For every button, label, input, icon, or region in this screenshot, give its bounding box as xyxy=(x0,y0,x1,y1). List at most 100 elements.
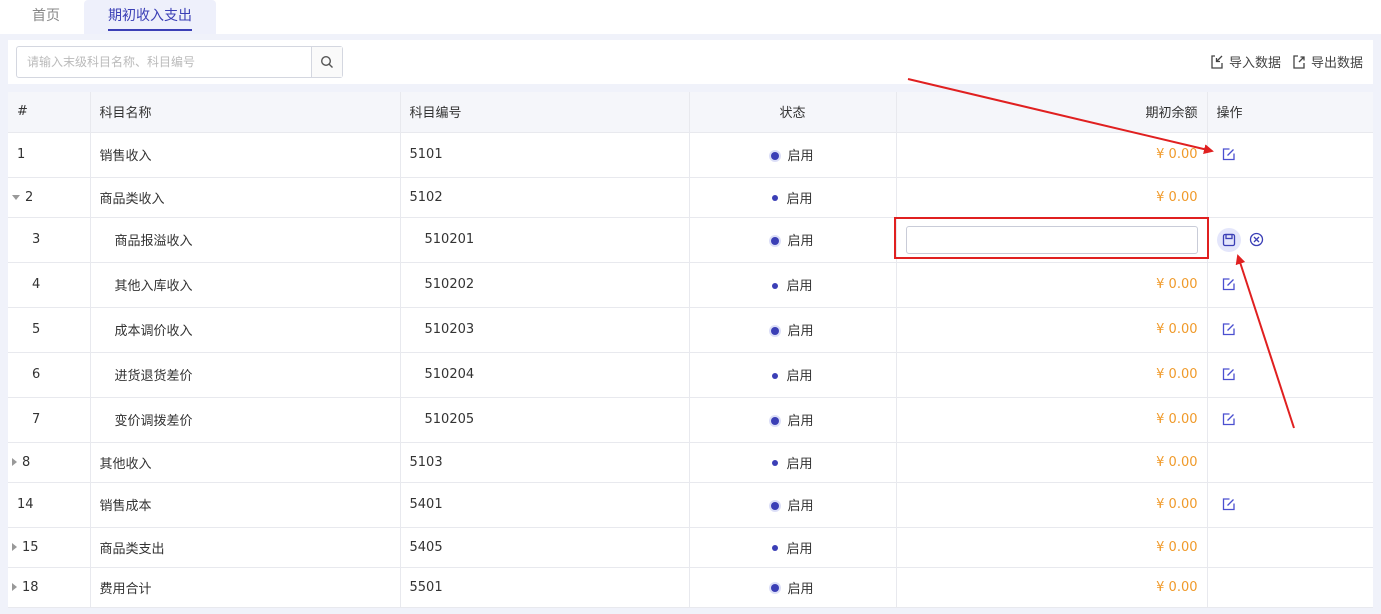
active-tab-underline xyxy=(108,29,192,31)
status-cell: 启用 xyxy=(689,217,897,263)
col-index: # xyxy=(8,92,91,133)
search-button[interactable] xyxy=(311,47,342,77)
opening-balance-cell xyxy=(896,217,1208,263)
status-text: 启用 xyxy=(786,279,813,294)
account-name-text: 进货退货差价 xyxy=(114,369,193,384)
row-index-text: 18 xyxy=(22,579,39,595)
opening-balance-cell: ¥ 0.00 xyxy=(896,177,1208,218)
status-cell: 启用 xyxy=(689,482,897,528)
edit-button[interactable] xyxy=(1217,363,1241,387)
account-name: 商品类收入 xyxy=(90,177,401,218)
toolbar: 导入数据 导出数据 xyxy=(8,40,1373,84)
status-dot xyxy=(772,460,779,466)
opening-balance-input[interactable] xyxy=(905,225,1198,254)
account-name: 费用合计 xyxy=(90,567,401,608)
status-dot xyxy=(771,416,780,425)
tree-expand-icon[interactable] xyxy=(12,458,17,466)
opening-balance-cell: ¥ 0.00 xyxy=(896,527,1208,568)
row-index-text: 14 xyxy=(17,497,34,512)
actions-cell xyxy=(1207,307,1373,353)
import-data-button[interactable]: 导入数据 xyxy=(1209,52,1281,71)
edit-button[interactable] xyxy=(1217,318,1241,342)
status-cell: 启用 xyxy=(689,177,897,218)
account-code: 5501 xyxy=(400,567,690,608)
col-actions: 操作 xyxy=(1207,92,1373,133)
tab-home[interactable]: 首页 xyxy=(16,0,76,34)
account-name: 销售成本 xyxy=(90,482,401,528)
row-index-text: 6 xyxy=(32,367,41,382)
account-code-text: 5101 xyxy=(409,147,443,162)
edit-button[interactable] xyxy=(1217,493,1241,517)
edit-icon xyxy=(1221,277,1236,292)
account-code-text: 5103 xyxy=(409,454,443,470)
actions-cell xyxy=(1207,482,1373,528)
save-icon xyxy=(1222,233,1236,247)
row-index-text: 3 xyxy=(32,232,41,247)
status-text: 启用 xyxy=(786,541,813,557)
tab-opening-income-expense[interactable]: 期初收入支出 xyxy=(84,0,216,34)
tree-expand-icon[interactable] xyxy=(12,543,17,551)
status-text: 启用 xyxy=(787,234,814,249)
edit-button[interactable] xyxy=(1217,408,1241,432)
account-name-text: 费用合计 xyxy=(99,581,152,597)
search-icon xyxy=(320,55,333,68)
col-opening-balance: 期初余额 xyxy=(896,92,1208,133)
opening-balance: ¥ 0.00 xyxy=(1156,497,1198,512)
status-text: 启用 xyxy=(786,456,813,472)
row-index-text: 15 xyxy=(22,539,39,555)
account-name-text: 销售成本 xyxy=(99,499,152,514)
account-code-text: 510203 xyxy=(424,322,475,337)
account-name: 商品类支出 xyxy=(90,527,401,568)
account-name: 销售收入 xyxy=(90,132,401,178)
account-code-text: 510202 xyxy=(424,277,475,292)
import-icon xyxy=(1211,54,1223,69)
account-code: 510202 xyxy=(400,262,690,308)
row-index-text: 8 xyxy=(22,454,31,470)
cancel-button[interactable] xyxy=(1245,228,1269,252)
export-data-button[interactable]: 导出数据 xyxy=(1291,52,1363,71)
opening-balance-cell: ¥ 0.00 xyxy=(896,307,1208,353)
search-input[interactable] xyxy=(17,47,311,77)
tree-collapse-icon[interactable] xyxy=(12,194,20,200)
row-index: 18 xyxy=(8,567,91,608)
tab-label: 期初收入支出 xyxy=(108,8,192,24)
opening-balance: ¥ 0.00 xyxy=(1156,189,1198,205)
status-dot xyxy=(772,195,779,201)
opening-balance: ¥ 0.00 xyxy=(1156,367,1198,382)
actions-cell xyxy=(1207,567,1373,608)
opening-balance: ¥ 0.00 xyxy=(1156,539,1198,555)
row-index: 2 xyxy=(8,177,91,218)
col-status: 状态 xyxy=(689,92,897,133)
edit-button[interactable] xyxy=(1217,273,1241,297)
status-cell: 启用 xyxy=(689,567,897,608)
status-cell: 启用 xyxy=(689,352,897,398)
row-index: 3 xyxy=(8,217,91,263)
account-code-text: 5405 xyxy=(409,539,443,555)
accounts-table: # 科目名称 科目编号 状态 期初余额 操作 1 销售收入 5101 启用 ¥ 0.00… xyxy=(8,92,1373,608)
status-text: 启用 xyxy=(787,499,814,514)
status-dot xyxy=(771,326,780,335)
status-cell: 启用 xyxy=(689,132,897,178)
edit-icon xyxy=(1221,497,1236,512)
edit-button[interactable] xyxy=(1217,143,1241,167)
account-code: 5102 xyxy=(400,177,690,218)
tree-expand-icon[interactable] xyxy=(12,583,17,591)
table-row: 2 商品类收入 5102 启用 ¥ 0.00 xyxy=(8,177,1373,218)
account-code-text: 510204 xyxy=(424,367,475,382)
save-button[interactable] xyxy=(1216,227,1241,252)
opening-balance: ¥ 0.00 xyxy=(1156,147,1198,162)
account-name-text: 销售收入 xyxy=(99,149,152,164)
account-name-text: 其他入库收入 xyxy=(114,279,193,294)
actions-cell xyxy=(1207,132,1373,178)
table-row: 7 变价调拨差价 510205 启用 ¥ 0.00 xyxy=(8,397,1373,443)
actions-cell xyxy=(1207,262,1373,308)
table-row: 15 商品类支出 5405 启用 ¥ 0.00 xyxy=(8,527,1373,568)
account-code-text: 510201 xyxy=(424,232,475,247)
actions-cell xyxy=(1207,217,1373,263)
row-index-text: 1 xyxy=(17,147,26,162)
status-dot xyxy=(771,151,780,160)
account-name-text: 商品报溢收入 xyxy=(114,234,193,249)
account-code-text: 5401 xyxy=(409,497,443,512)
table-row: 8 其他收入 5103 启用 ¥ 0.00 xyxy=(8,442,1373,483)
search-box xyxy=(16,46,343,78)
